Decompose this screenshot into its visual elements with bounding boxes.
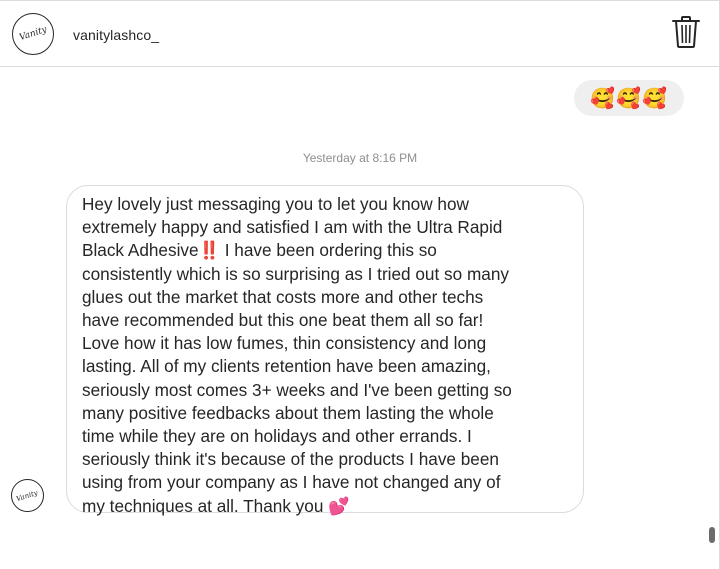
message-timestamp: Yesterday at 8:16 PM	[302, 151, 418, 165]
scrollbar-thumb[interactable]	[709, 527, 715, 543]
received-message-text: Hey lovely just messaging you to let you…	[82, 194, 512, 516]
received-message-bubble[interactable]: Hey lovely just messaging you to let you…	[66, 185, 584, 516]
username-link[interactable]: vanitylashco_	[73, 27, 159, 43]
profile-avatar[interactable]: Vanity	[12, 13, 54, 55]
sent-message-emoji-bubble[interactable]: 🥰🥰🥰	[574, 80, 684, 116]
dm-conversation-window: Vanity vanitylashco_ 🥰🥰🥰 Yesterday at 8:…	[0, 0, 720, 569]
trash-icon	[672, 16, 700, 48]
conversation-header: Vanity vanitylashco_	[0, 1, 719, 67]
sender-avatar[interactable]: Vanity	[11, 479, 44, 512]
avatar-logo-text: Vanity	[17, 24, 49, 44]
delete-conversation-button[interactable]	[671, 15, 701, 49]
sender-avatar-logo-text: Vanity	[15, 488, 40, 503]
smiling-face-with-hearts-emoji: 🥰🥰🥰	[590, 87, 668, 110]
